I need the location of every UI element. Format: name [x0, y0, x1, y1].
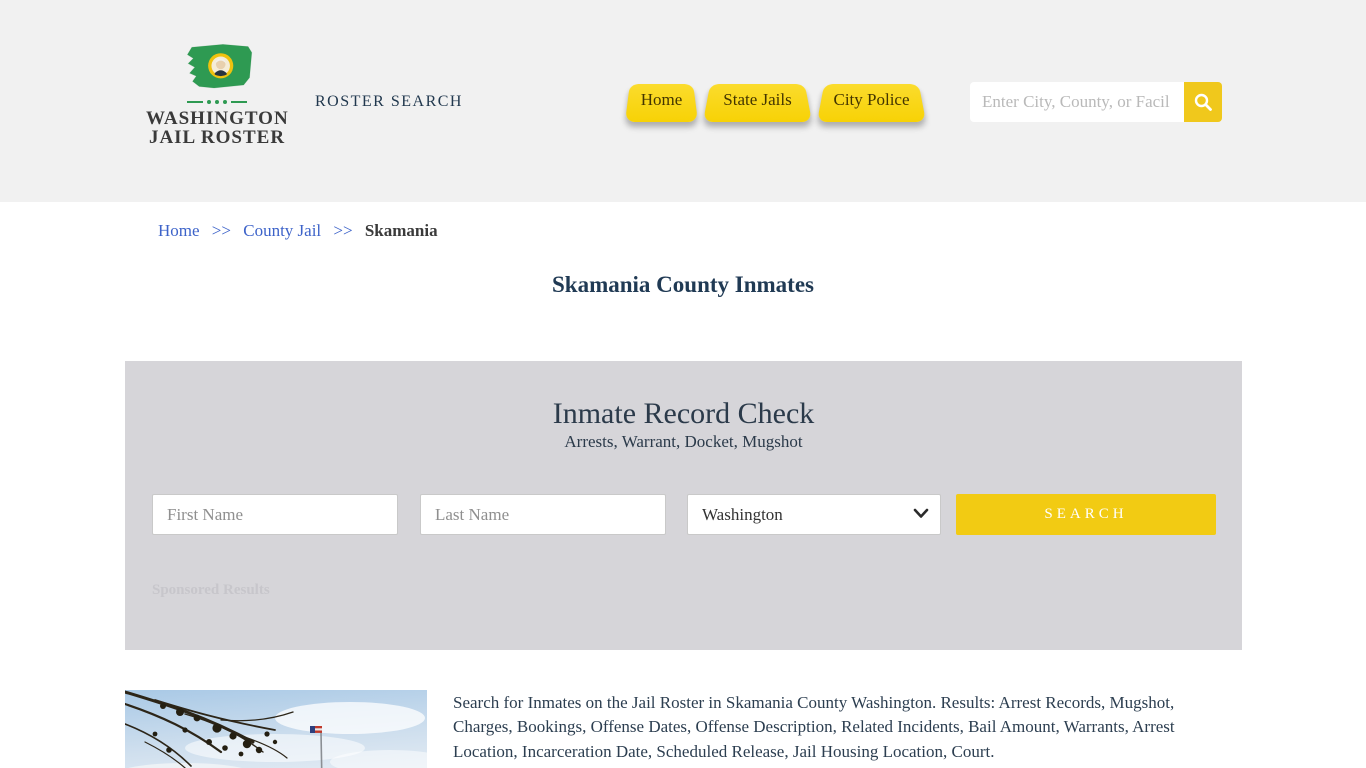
breadcrumb: Home >> County Jail >> Skamania — [158, 221, 438, 241]
breadcrumb-separator: >> — [333, 221, 353, 240]
panel-title: Inmate Record Check — [552, 397, 815, 430]
page-title: Skamania County Inmates — [552, 272, 814, 297]
header: WASHINGTON JAIL ROSTER ROSTER SEARCH Hom… — [0, 0, 1366, 202]
nav-home-label: Home — [640, 90, 683, 109]
record-search-button[interactable]: SEARCH — [956, 494, 1216, 535]
site-tagline: ROSTER SEARCH — [315, 93, 463, 110]
first-name-input[interactable] — [152, 494, 398, 535]
breadcrumb-home-link[interactable]: Home — [158, 221, 200, 240]
nav-state-jails-label: State Jails — [723, 90, 792, 109]
nav-state-jails-button[interactable]: State Jails — [703, 78, 812, 122]
page: WASHINGTON JAIL ROSTER ROSTER SEARCH Hom… — [0, 0, 1366, 768]
nav-city-police-label: City Police — [833, 90, 910, 109]
panel-subtitle: Arrests, Warrant, Docket, Mugshot — [564, 432, 803, 451]
inmate-record-check-panel: Inmate Record Check Arrests, Warrant, Do… — [125, 361, 1242, 650]
nav-city-police-button[interactable]: City Police — [817, 78, 926, 122]
header-search-input[interactable] — [970, 82, 1184, 122]
breadcrumb-current: Skamania — [364, 221, 438, 240]
state-select-wrap: Washington — [687, 494, 941, 535]
state-select[interactable]: Washington — [687, 494, 941, 535]
washington-state-icon — [186, 43, 253, 89]
breadcrumb-county-jail-link[interactable]: County Jail — [243, 221, 321, 240]
header-search — [970, 82, 1222, 122]
logo-title-line1: WASHINGTON — [146, 108, 289, 129]
breadcrumb-separator: >> — [211, 221, 231, 240]
jail-photo — [125, 690, 427, 768]
last-name-input[interactable] — [420, 494, 666, 535]
sponsored-results-label: Sponsored Results — [152, 582, 270, 598]
logo-title-line2: JAIL ROSTER — [148, 127, 286, 148]
site-logo[interactable]: WASHINGTON JAIL ROSTER — [146, 40, 288, 147]
page-description: Search for Inmates on the Jail Roster in… — [453, 693, 1175, 761]
nav-home-button[interactable]: Home — [625, 78, 698, 122]
search-icon — [1194, 93, 1212, 111]
logo-divider — [146, 100, 288, 104]
jail-photo-image — [125, 690, 427, 768]
header-search-button[interactable] — [1184, 82, 1222, 122]
